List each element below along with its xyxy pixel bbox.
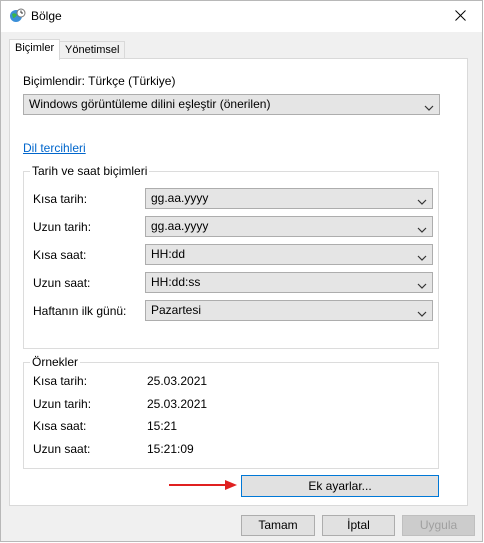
chevron-down-icon [417, 194, 427, 205]
example-long-date-value: 25.03.2021 [147, 397, 208, 411]
first-day-of-week-dropdown[interactable]: Pazartesi [145, 300, 433, 321]
format-dropdown-value: Windows görüntüleme dilini eşleştir (öne… [29, 97, 271, 111]
tab-formats[interactable]: Biçimler [9, 39, 61, 60]
long-date-value: gg.aa.yyyy [151, 219, 209, 233]
examples-group: Örnekler Kısa tarih: 25.03.2021 Uzun tar… [23, 355, 439, 469]
close-button[interactable] [438, 1, 482, 32]
long-time-dropdown[interactable]: HH:dd:ss [145, 272, 433, 293]
long-time-value: HH:dd:ss [151, 275, 201, 289]
red-arrow-annotation [169, 478, 239, 492]
format-label: Biçimlendir: Türkçe (Türkiye) [23, 74, 176, 88]
example-short-time-value: 15:21 [147, 419, 178, 433]
example-short-date-label: Kısa tarih: [33, 374, 88, 388]
formats-panel: Biçimlendir: Türkçe (Türkiye) Windows gö… [9, 58, 468, 506]
language-preferences-link[interactable]: Dil tercihleri [23, 141, 86, 155]
long-date-label: Uzun tarih: [33, 220, 92, 234]
short-date-label: Kısa tarih: [33, 192, 88, 206]
ok-button[interactable]: Tamam [241, 515, 315, 536]
example-long-time-value: 15:21:09 [147, 442, 194, 456]
short-time-label: Kısa saat: [33, 248, 87, 262]
apply-button[interactable]: Uygula [402, 515, 475, 536]
title-bar: Bölge [1, 1, 482, 32]
first-day-of-week-value: Pazartesi [151, 303, 202, 317]
example-long-time-label: Uzun saat: [33, 442, 91, 456]
short-time-dropdown[interactable]: HH:dd [145, 244, 433, 265]
example-long-date-label: Uzun tarih: [33, 397, 92, 411]
window-title: Bölge [31, 9, 62, 23]
example-short-time-label: Kısa saat: [33, 419, 87, 433]
additional-settings-button[interactable]: Ek ayarlar... [241, 475, 439, 497]
example-short-date-value: 25.03.2021 [147, 374, 208, 388]
short-date-dropdown[interactable]: gg.aa.yyyy [145, 188, 433, 209]
chevron-down-icon [417, 222, 427, 233]
short-time-value: HH:dd [151, 247, 186, 261]
globe-clock-icon [9, 8, 26, 25]
first-day-of-week-label: Haftanın ilk günü: [33, 304, 127, 318]
date-time-group-title: Tarih ve saat biçimleri [30, 164, 150, 178]
examples-group-title: Örnekler [30, 355, 81, 369]
short-date-value: gg.aa.yyyy [151, 191, 209, 205]
chevron-down-icon [417, 306, 427, 317]
long-date-dropdown[interactable]: gg.aa.yyyy [145, 216, 433, 237]
format-dropdown[interactable]: Windows görüntüleme dilini eşleştir (öne… [23, 94, 440, 115]
cancel-button[interactable]: İptal [322, 515, 395, 536]
chevron-down-icon [417, 278, 427, 289]
tab-administrative[interactable]: Yönetimsel [59, 41, 126, 59]
long-time-label: Uzun saat: [33, 276, 91, 290]
chevron-down-icon [424, 100, 434, 111]
date-time-formats-group: Tarih ve saat biçimleri Kısa tarih: gg.a… [23, 164, 439, 349]
region-dialog: Bölge Biçimler Yönetimsel Biçimlendir: T… [0, 0, 483, 542]
close-icon [454, 9, 466, 24]
chevron-down-icon [417, 250, 427, 261]
